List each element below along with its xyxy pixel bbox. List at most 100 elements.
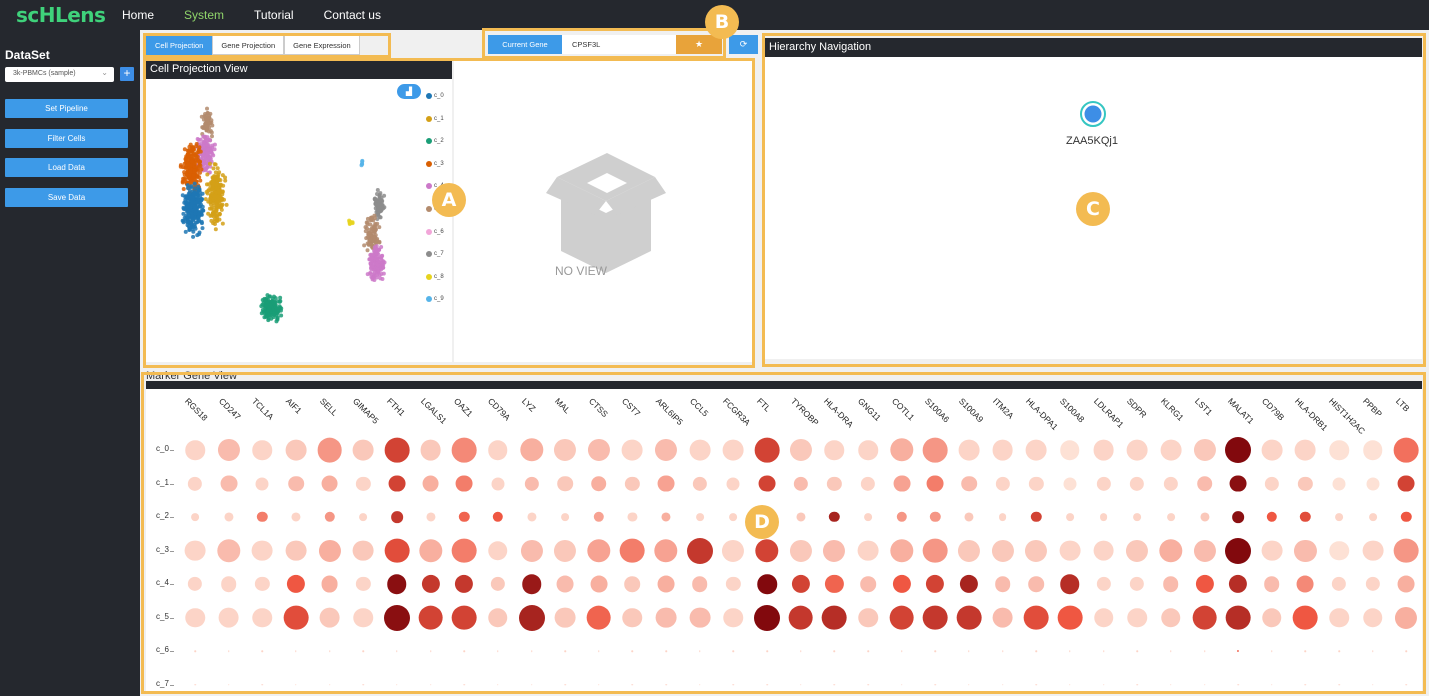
marker-dot[interactable] — [1271, 683, 1273, 686]
marker-dot[interactable] — [191, 513, 199, 521]
marker-dot[interactable] — [1362, 540, 1384, 561]
marker-dot[interactable] — [455, 475, 473, 492]
marker-dot[interactable] — [1237, 683, 1239, 686]
marker-dot[interactable] — [1203, 683, 1206, 686]
marker-dot[interactable] — [1363, 440, 1383, 460]
marker-dot[interactable] — [451, 605, 477, 630]
marker-dot[interactable] — [1405, 683, 1408, 686]
marker-dot[interactable] — [1102, 650, 1105, 652]
marker-dot[interactable] — [1394, 538, 1419, 563]
cell-scatter-plot[interactable] — [146, 79, 452, 362]
marker-dot[interactable] — [184, 540, 206, 561]
marker-dot[interactable] — [388, 475, 406, 492]
marker-dot[interactable] — [1059, 540, 1081, 561]
marker-dot[interactable] — [1397, 575, 1415, 593]
marker-dot[interactable] — [655, 438, 678, 462]
marker-dot[interactable] — [362, 683, 364, 686]
marker-dot[interactable] — [922, 538, 948, 563]
marker-dot[interactable] — [699, 650, 701, 652]
marker-dot[interactable] — [384, 538, 410, 563]
marker-dot[interactable] — [288, 475, 304, 492]
marker-dot[interactable] — [554, 438, 577, 462]
marker-dot[interactable] — [657, 475, 675, 492]
marker-dot[interactable] — [295, 683, 297, 686]
marker-dot[interactable] — [1261, 540, 1283, 561]
marker-dot[interactable] — [362, 650, 364, 652]
marker-dot[interactable] — [1060, 440, 1080, 460]
marker-dot[interactable] — [497, 683, 499, 686]
marker-dot[interactable] — [328, 683, 331, 686]
marker-dot[interactable] — [220, 576, 237, 592]
legend-item-c_8[interactable]: c_8 — [426, 273, 444, 280]
marker-dot[interactable] — [857, 540, 879, 561]
marker-dot[interactable] — [1329, 540, 1349, 561]
add-dataset-button[interactable]: + — [120, 67, 134, 81]
marker-dot[interactable] — [285, 540, 307, 561]
marker-dot[interactable] — [194, 683, 196, 686]
marker-dot[interactable] — [220, 475, 238, 492]
marker-dot[interactable] — [1366, 477, 1380, 490]
marker-dot[interactable] — [1196, 475, 1213, 492]
marker-dot[interactable] — [520, 539, 543, 562]
marker-dot[interactable] — [1329, 440, 1349, 460]
marker-dot[interactable] — [353, 607, 373, 628]
marker-dot[interactable] — [1304, 683, 1307, 686]
marker-dot[interactable] — [1065, 513, 1074, 521]
marker-dot[interactable] — [893, 475, 911, 492]
marker-dot[interactable] — [261, 650, 264, 652]
marker-dot[interactable] — [422, 475, 439, 492]
marker-dot[interactable] — [1193, 438, 1216, 462]
marker-dot[interactable] — [968, 650, 970, 652]
marker-dot[interactable] — [185, 607, 205, 628]
marker-dot[interactable] — [521, 574, 542, 594]
marker-dot[interactable] — [968, 683, 970, 686]
marker-dot[interactable] — [1193, 539, 1216, 562]
chart-toggle-icon[interactable]: ▟ — [397, 84, 421, 99]
marker-dot[interactable] — [1304, 650, 1307, 652]
marker-dot[interactable] — [488, 440, 508, 460]
marker-dot[interactable] — [691, 576, 708, 592]
marker-dot[interactable] — [1025, 439, 1047, 461]
marker-dot[interactable] — [766, 683, 768, 686]
marker-dot[interactable] — [1296, 575, 1314, 593]
marker-dot[interactable] — [1225, 605, 1251, 630]
marker-dot[interactable] — [1069, 683, 1071, 686]
marker-dot[interactable] — [867, 683, 869, 686]
marker-dot[interactable] — [1028, 576, 1045, 592]
marker-dot[interactable] — [860, 576, 876, 592]
marker-dot[interactable] — [729, 513, 738, 521]
marker-dot[interactable] — [754, 437, 780, 463]
marker-dot[interactable] — [1093, 439, 1114, 461]
marker-dot[interactable] — [295, 650, 297, 652]
marker-dot[interactable] — [799, 683, 802, 686]
marker-dot[interactable] — [822, 605, 847, 630]
marker-dot[interactable] — [620, 538, 645, 563]
marker-dot[interactable] — [557, 475, 573, 492]
marker-dot[interactable] — [420, 439, 441, 461]
marker-dot[interactable] — [622, 439, 643, 461]
marker-dot[interactable] — [227, 650, 230, 652]
marker-dot[interactable] — [754, 604, 781, 631]
marker-dot[interactable] — [451, 538, 477, 563]
marker-dot[interactable] — [261, 683, 264, 686]
marker-dot[interactable] — [556, 575, 574, 593]
marker-dot[interactable] — [252, 607, 273, 628]
marker-dot[interactable] — [695, 513, 704, 521]
marker-dot[interactable] — [833, 650, 836, 652]
set-pipeline-button[interactable]: Set Pipeline — [5, 99, 128, 118]
marker-dot[interactable] — [1225, 537, 1252, 564]
legend-item-c_1[interactable]: c_1 — [426, 115, 444, 122]
marker-dot[interactable] — [1261, 439, 1283, 461]
nav-home[interactable]: Home — [122, 8, 154, 22]
marker-dot[interactable] — [757, 574, 777, 594]
marker-dot[interactable] — [1126, 439, 1148, 461]
marker-dot[interactable] — [255, 477, 269, 490]
marker-dot[interactable] — [657, 575, 675, 593]
marker-dot[interactable] — [655, 607, 677, 628]
marker-dot[interactable] — [554, 607, 576, 628]
marker-dot[interactable] — [554, 539, 577, 562]
tab-cell-projection[interactable]: Cell Projection — [146, 35, 213, 55]
marker-dot[interactable] — [1229, 475, 1247, 492]
marker-dot[interactable] — [1271, 650, 1273, 652]
marker-dot[interactable] — [251, 540, 273, 561]
